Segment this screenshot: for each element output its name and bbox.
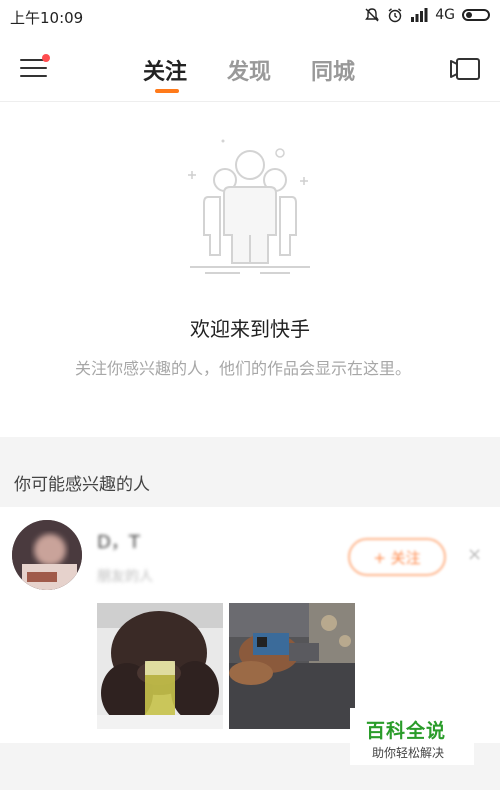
follow-button[interactable]: + 关注 xyxy=(348,538,446,576)
user-subtitle: 朋友的人 xyxy=(97,569,153,585)
active-tab-indicator xyxy=(155,89,179,93)
welcome-description: 关注你感兴趣的人，他们的作品会显示在这里。 xyxy=(75,359,412,378)
alarm-icon xyxy=(388,8,402,23)
tab-nearby[interactable]: 同城 xyxy=(311,54,355,86)
cast-screen-icon[interactable] xyxy=(448,56,482,82)
menu-button[interactable] xyxy=(20,54,50,80)
menu-icon-line xyxy=(20,67,47,69)
sofa-image xyxy=(229,603,355,729)
user-name[interactable]: D，T xyxy=(97,528,140,554)
empty-people-illustration xyxy=(188,139,310,274)
welcome-title: 欢迎来到快手 xyxy=(190,317,310,341)
signal-icon xyxy=(411,8,428,22)
avatar[interactable] xyxy=(12,520,82,590)
menu-icon-line xyxy=(20,75,47,77)
dismiss-icon[interactable]: × xyxy=(467,544,482,565)
notification-dot xyxy=(42,54,50,62)
bell-off-icon xyxy=(365,8,380,22)
status-time: 上午10:09 xyxy=(10,9,84,27)
top-nav: 关注 发现 同城 xyxy=(0,36,500,102)
tab-discover[interactable]: 发现 xyxy=(227,54,271,86)
status-icons: 4G xyxy=(364,7,490,23)
watermark-title: 百科全说 xyxy=(366,720,447,742)
avatar-image xyxy=(12,520,82,590)
dog-drinking-image xyxy=(97,603,223,729)
section-title: 你可能感兴趣的人 xyxy=(14,475,150,495)
watermark-subtitle: 助你轻松解决 xyxy=(372,746,445,760)
post-thumbnail[interactable] xyxy=(97,603,223,729)
post-thumbnail[interactable] xyxy=(229,603,355,729)
status-bar: 上午10:09 4G xyxy=(0,0,500,36)
network-type: 4G xyxy=(435,7,455,23)
tab-following[interactable]: 关注 xyxy=(143,54,187,86)
battery-icon xyxy=(462,9,490,21)
